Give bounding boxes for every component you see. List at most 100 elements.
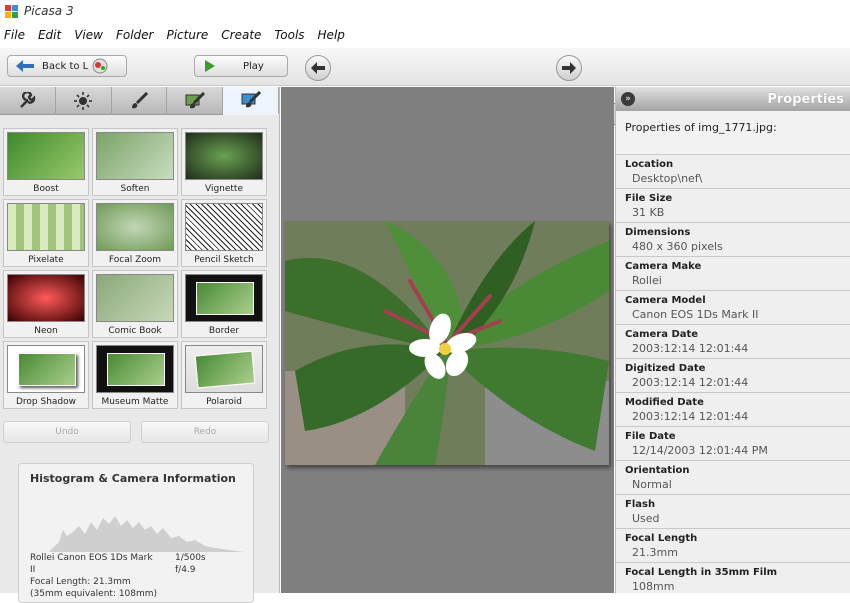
property-camera-date: Camera Date 2003:12:14 12:01:44 <box>616 325 850 359</box>
property-value: 2003:12:14 12:01:44 <box>632 342 749 355</box>
effect-pencil-sketch-preview <box>185 203 263 251</box>
effect-border-preview <box>185 274 263 322</box>
play-slideshow-button[interactable]: Play <box>194 55 288 77</box>
property-value: Canon EOS 1Ds Mark II <box>632 308 759 321</box>
effect-neon-preview <box>7 274 85 322</box>
play-icon <box>205 60 215 72</box>
effect-neon-button[interactable]: Neon <box>3 270 89 338</box>
tab-effects[interactable] <box>112 87 168 115</box>
effect-label: Museum Matte <box>101 397 169 407</box>
back-to-library-button[interactable]: Back to L <box>7 55 127 77</box>
menu-folder[interactable]: Folder <box>116 28 154 42</box>
effect-focal-zoom-preview <box>96 203 174 251</box>
aperture: f/4.9 <box>175 565 196 575</box>
menu-edit[interactable]: Edit <box>38 28 61 42</box>
toolbar: Back to L Play A AB AA <box>0 48 850 130</box>
property-value: Used <box>632 512 660 525</box>
next-photo-button[interactable] <box>556 55 582 81</box>
effect-label: Neon <box>34 326 58 336</box>
effect-polaroid-button[interactable]: Polaroid <box>181 341 267 409</box>
property-location: Location Desktop\nef\ <box>616 155 850 189</box>
effect-border-button[interactable]: Border <box>181 270 267 338</box>
effect-vignette-preview <box>185 132 263 180</box>
properties-title: Properties <box>767 91 844 107</box>
tab-effects-more[interactable] <box>167 87 224 115</box>
effect-border-inner <box>196 282 254 315</box>
property-key: Location <box>625 159 674 170</box>
effect-label: Vignette <box>204 184 243 194</box>
property-value: 2003:12:14 12:01:44 <box>632 376 749 389</box>
effect-polaroid-preview <box>185 345 263 393</box>
menu-view[interactable]: View <box>74 28 103 42</box>
property-digitized-date: Digitized Date 2003:12:14 12:01:44 <box>616 359 850 393</box>
property-value: 480 x 360 pixels <box>632 240 723 253</box>
camera-model-line2: II <box>30 565 36 575</box>
effect-label: Focal Zoom <box>108 255 162 265</box>
camera-model-line1: Rollei Canon EOS 1Ds Mark <box>30 553 153 563</box>
effect-polaroid-inner <box>194 350 256 389</box>
history-row: Undo Redo <box>3 421 269 443</box>
window-title: Picasa 3 <box>24 4 74 18</box>
play-label: Play <box>243 60 264 72</box>
effect-comic-book-button[interactable]: Comic Book <box>92 270 178 338</box>
effect-drop-shadow-button[interactable]: Drop Shadow <box>3 341 89 409</box>
undo-button[interactable]: Undo <box>3 421 131 443</box>
effect-soften-button[interactable]: Soften <box>92 128 178 196</box>
menu-help[interactable]: Help <box>318 28 345 42</box>
property-orientation: Orientation Normal <box>616 461 850 495</box>
effect-drop-shadow-preview <box>7 345 85 393</box>
picasa-logo-icon <box>5 4 18 18</box>
effect-pixelate-button[interactable]: Pixelate <box>3 199 89 267</box>
menu-file[interactable]: File <box>4 28 25 42</box>
edit-tabs <box>0 87 279 115</box>
effect-pixelate-preview <box>7 203 85 251</box>
property-key: Digitized Date <box>625 363 706 374</box>
effect-vignette-button[interactable]: Vignette <box>181 128 267 196</box>
tab-basic-fixes[interactable] <box>0 87 56 115</box>
tab-tuning[interactable] <box>56 87 112 115</box>
effect-drop-shadow-inner <box>18 353 76 386</box>
photo-view <box>281 87 614 593</box>
effect-boost-preview <box>7 132 85 180</box>
effect-focal-zoom-button[interactable]: Focal Zoom <box>92 199 178 267</box>
collapse-panel-icon[interactable]: » <box>621 92 635 106</box>
effect-label: Drop Shadow <box>15 397 77 407</box>
property-file-size: File Size 31 KB <box>616 189 850 223</box>
effect-label: Pencil Sketch <box>194 255 254 265</box>
histogram-title: Histogram & Camera Information <box>30 472 236 485</box>
menu-bar: File Edit View Folder Picture Create Too… <box>0 24 850 46</box>
focal-length-info: Focal Length: 21.3mm <box>30 577 131 587</box>
effect-pencil-sketch-button[interactable]: Pencil Sketch <box>181 199 267 267</box>
previous-photo-button[interactable] <box>305 55 331 81</box>
property-value: Normal <box>632 478 672 491</box>
property-modified-date: Modified Date 2003:12:14 12:01:44 <box>616 393 850 427</box>
effect-museum-matte-inner <box>107 353 165 386</box>
edit-panel: Boost Soften Vignette Pixelate Focal Zoom Pen… <box>0 87 280 603</box>
effect-boost-button[interactable]: Boost <box>3 128 89 196</box>
library-icon <box>92 58 108 74</box>
property-key: Camera Date <box>625 329 699 340</box>
exposure-info: 1/500s f/4.9 <box>175 552 206 576</box>
main-photo[interactable] <box>285 221 609 465</box>
property-value: 12/14/2003 12:01:44 PM <box>632 444 768 457</box>
property-key: Camera Model <box>625 295 706 306</box>
wrench-icon <box>20 92 36 108</box>
property-value: 108mm <box>632 580 675 593</box>
arrow-right-icon <box>562 62 576 74</box>
redo-button[interactable]: Redo <box>141 421 269 443</box>
menu-tools[interactable]: Tools <box>274 28 304 42</box>
properties-list: Location Desktop\nef\ File Size 31 KB Dimens… <box>616 155 850 593</box>
histogram-panel: Histogram & Camera Information Rollei Ca… <box>18 463 254 603</box>
menu-create[interactable]: Create <box>221 28 261 42</box>
property-key: File Date <box>625 431 676 442</box>
focal-35mm-info: (35mm equivalent: 108mm) <box>30 589 158 599</box>
effect-label: Border <box>208 326 240 336</box>
tab-effects-creative[interactable] <box>223 87 279 115</box>
effect-museum-matte-button[interactable]: Museum Matte <box>92 341 178 409</box>
menu-picture[interactable]: Picture <box>166 28 208 42</box>
brush-icon <box>131 92 148 109</box>
property-file-date: File Date 12/14/2003 12:01:44 PM <box>616 427 850 461</box>
property-value: 21.3mm <box>632 546 678 559</box>
effects-grid: Boost Soften Vignette Pixelate Focal Zoom Pen… <box>3 128 267 409</box>
effect-label: Pixelate <box>28 255 64 265</box>
